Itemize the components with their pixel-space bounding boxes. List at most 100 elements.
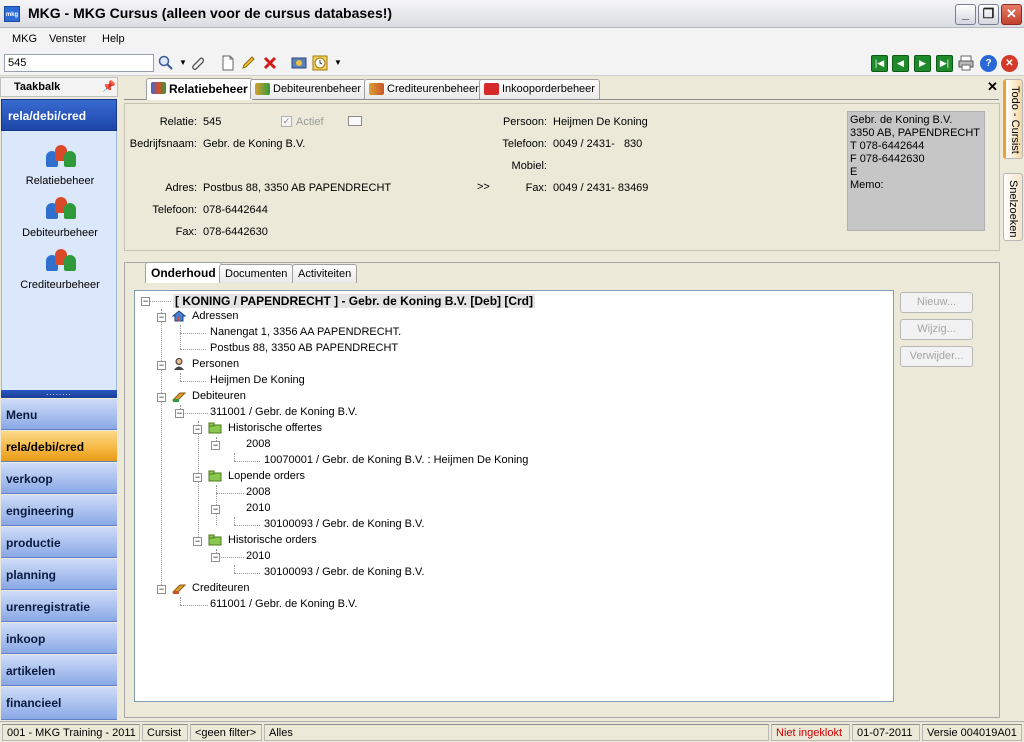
relation-tree[interactable]: − [ KONING / PAPENDRECHT ] - Gebr. de Ko… <box>134 290 894 702</box>
tab-debiteurenbeheer[interactable]: Debiteurenbeheer <box>250 79 367 99</box>
delete-icon[interactable] <box>262 55 278 71</box>
label-actief: Actief <box>296 116 324 128</box>
chevron-down-icon[interactable]: ▼ <box>175 55 191 71</box>
window-title: MKG - MKG Cursus (alleen voor de cursus … <box>28 5 393 21</box>
close-tab-button[interactable]: ✕ <box>987 79 998 95</box>
expander-hist-orders[interactable]: − <box>193 537 202 546</box>
expander-year-2008a[interactable]: − <box>211 441 220 450</box>
tree-offerte-1[interactable]: 10070001 / Gebr. de Koning B.V. : Heijme… <box>264 453 528 467</box>
tree-personen[interactable]: Personen <box>192 357 239 371</box>
nav-engineering[interactable]: engineering <box>1 495 117 526</box>
tree-crediteuren[interactable]: Crediteuren <box>192 581 249 595</box>
expander-year-2010a[interactable]: − <box>211 505 220 514</box>
nav-inkoop[interactable]: inkoop <box>1 623 117 654</box>
expander-debiteur-1[interactable]: − <box>175 409 184 418</box>
tree-debiteuren[interactable]: Debiteuren <box>192 389 246 403</box>
taakbalk-title: Taakbalk <box>14 81 61 93</box>
main-tabs: Relatiebeheer Debiteurenbeheer Crediteur… <box>124 78 999 100</box>
close-button[interactable]: ✕ <box>1001 4 1022 25</box>
people-icon <box>42 193 78 225</box>
edit-icon[interactable] <box>240 55 256 71</box>
nav-urenregistratie[interactable]: urenregistratie <box>1 591 117 622</box>
nav-financieel[interactable]: financieel <box>1 687 117 720</box>
tree-year-2008a[interactable]: 2008 <box>246 437 270 451</box>
clock-icon[interactable] <box>312 55 328 71</box>
chevron-down-icon[interactable]: ▼ <box>330 55 346 71</box>
tree-debiteur-1[interactable]: 311001 / Gebr. de Koning B.V. <box>210 405 357 419</box>
nav-productie[interactable]: productie <box>1 527 117 558</box>
menu-mkg[interactable]: MKG <box>12 33 37 45</box>
settings-icon[interactable] <box>291 55 307 71</box>
expander-crediteuren[interactable]: − <box>157 585 166 594</box>
tree-adres-2[interactable]: Postbus 88, 3350 AB PAPENDRECHT <box>210 341 398 355</box>
tree-year-2010b[interactable]: 2010 <box>246 549 270 563</box>
tab-documenten[interactable]: Documenten <box>219 264 294 283</box>
nav-artikelen[interactable]: artikelen <box>1 655 117 686</box>
menu-help[interactable]: Help <box>102 33 125 45</box>
last-icon[interactable]: ▶| <box>936 55 953 72</box>
tree-order-2[interactable]: 30100093 / Gebr. de Koning B.V. <box>264 565 424 579</box>
attach-icon[interactable] <box>190 55 206 71</box>
tab-snelzoeken[interactable]: Snelzoeken <box>1003 173 1023 241</box>
label-persoon: Persoon: <box>502 116 547 128</box>
tree-year-2008b[interactable]: 2008 <box>246 485 270 499</box>
tab-label: Todo - Cursist <box>1009 86 1021 154</box>
next-icon[interactable]: ▶ <box>914 55 931 72</box>
delete-button[interactable]: Verwijder... <box>900 346 973 367</box>
menu-venster[interactable]: Venster <box>49 33 86 45</box>
tree-year-2010a[interactable]: 2010 <box>246 501 270 515</box>
people-icon <box>42 141 78 173</box>
search-icon[interactable] <box>158 55 174 71</box>
module-relatiebeheer[interactable]: Relatiebeheer <box>2 141 118 187</box>
nav-planning[interactable]: planning <box>1 559 117 590</box>
module-crediteurbeheer[interactable]: Crediteurbeheer <box>2 245 118 291</box>
expander-root[interactable]: − <box>141 297 150 306</box>
previous-icon[interactable]: ◀ <box>892 55 909 72</box>
people-icon <box>151 82 166 94</box>
expander-adressen[interactable]: − <box>157 313 166 322</box>
tab-crediteurenbeheer[interactable]: Crediteurenbeheer <box>364 79 484 99</box>
taakbalk-header: Taakbalk 📌 <box>0 77 118 97</box>
module-debiteurbeheer[interactable]: Debiteurbeheer <box>2 193 118 239</box>
panel-splitter[interactable]: ........ <box>1 389 117 398</box>
expander-personen[interactable]: − <box>157 361 166 370</box>
tree-adressen[interactable]: Adressen <box>192 309 238 323</box>
tree-hist-offertes[interactable]: Historische offertes <box>228 421 322 435</box>
tree-crediteur-1[interactable]: 611001 / Gebr. de Koning B.V. <box>210 597 357 611</box>
close-icon[interactable]: ✕ <box>1001 55 1018 72</box>
status-clock: Niet ingeklokt <box>771 724 850 741</box>
nav-menu[interactable]: Menu <box>1 399 117 430</box>
tree-order-1[interactable]: 30100093 / Gebr. de Koning B.V. <box>264 517 424 531</box>
mail-icon[interactable] <box>348 116 362 126</box>
expander-debiteuren[interactable]: − <box>157 393 166 402</box>
tree-adres-1[interactable]: Nanengat 1, 3356 AA PAPENDRECHT. <box>210 325 401 339</box>
expander-hist-offertes[interactable]: − <box>193 425 202 434</box>
tab-inkooporderbeheer[interactable]: Inkooporderbeheer <box>479 79 600 99</box>
new-document-icon[interactable] <box>220 55 236 71</box>
tab-relatiebeheer[interactable]: Relatiebeheer <box>146 78 253 100</box>
minimize-button[interactable]: _ <box>955 4 976 25</box>
help-icon[interactable]: ? <box>980 55 997 72</box>
tree-root[interactable]: [ KONING / PAPENDRECHT ] - Gebr. de Koni… <box>173 294 536 308</box>
folder-icon <box>208 470 222 482</box>
tree-lopende-orders[interactable]: Lopende orders <box>228 469 305 483</box>
restore-button[interactable]: ❐ <box>978 4 999 25</box>
tab-todo-cursist[interactable]: Todo - Cursist <box>1003 79 1023 159</box>
new-button[interactable]: Nieuw... <box>900 292 973 313</box>
tree-hist-orders[interactable]: Historische orders <box>228 533 317 547</box>
tab-activiteiten[interactable]: Activiteiten <box>292 264 358 283</box>
nav-rela-debi-cred[interactable]: rela/debi/cred <box>1 431 117 462</box>
pin-icon[interactable]: 📌 <box>102 80 116 93</box>
print-icon[interactable] <box>958 55 974 71</box>
expander-lopende-orders[interactable]: − <box>193 473 202 482</box>
first-icon[interactable]: |◀ <box>871 55 888 72</box>
actief-checkbox[interactable]: ✓ <box>281 116 292 127</box>
tab-onderhoud[interactable]: Onderhoud <box>145 262 222 283</box>
tree-persoon-1[interactable]: Heijmen De Koning <box>210 373 305 387</box>
expander-year-2010b[interactable]: − <box>211 553 220 562</box>
creditor-icon <box>171 582 187 594</box>
nav-verkoop[interactable]: verkoop <box>1 463 117 494</box>
edit-button[interactable]: Wijzig... <box>900 319 973 340</box>
status-scope: Alles <box>264 724 769 741</box>
search-input[interactable] <box>4 54 154 72</box>
